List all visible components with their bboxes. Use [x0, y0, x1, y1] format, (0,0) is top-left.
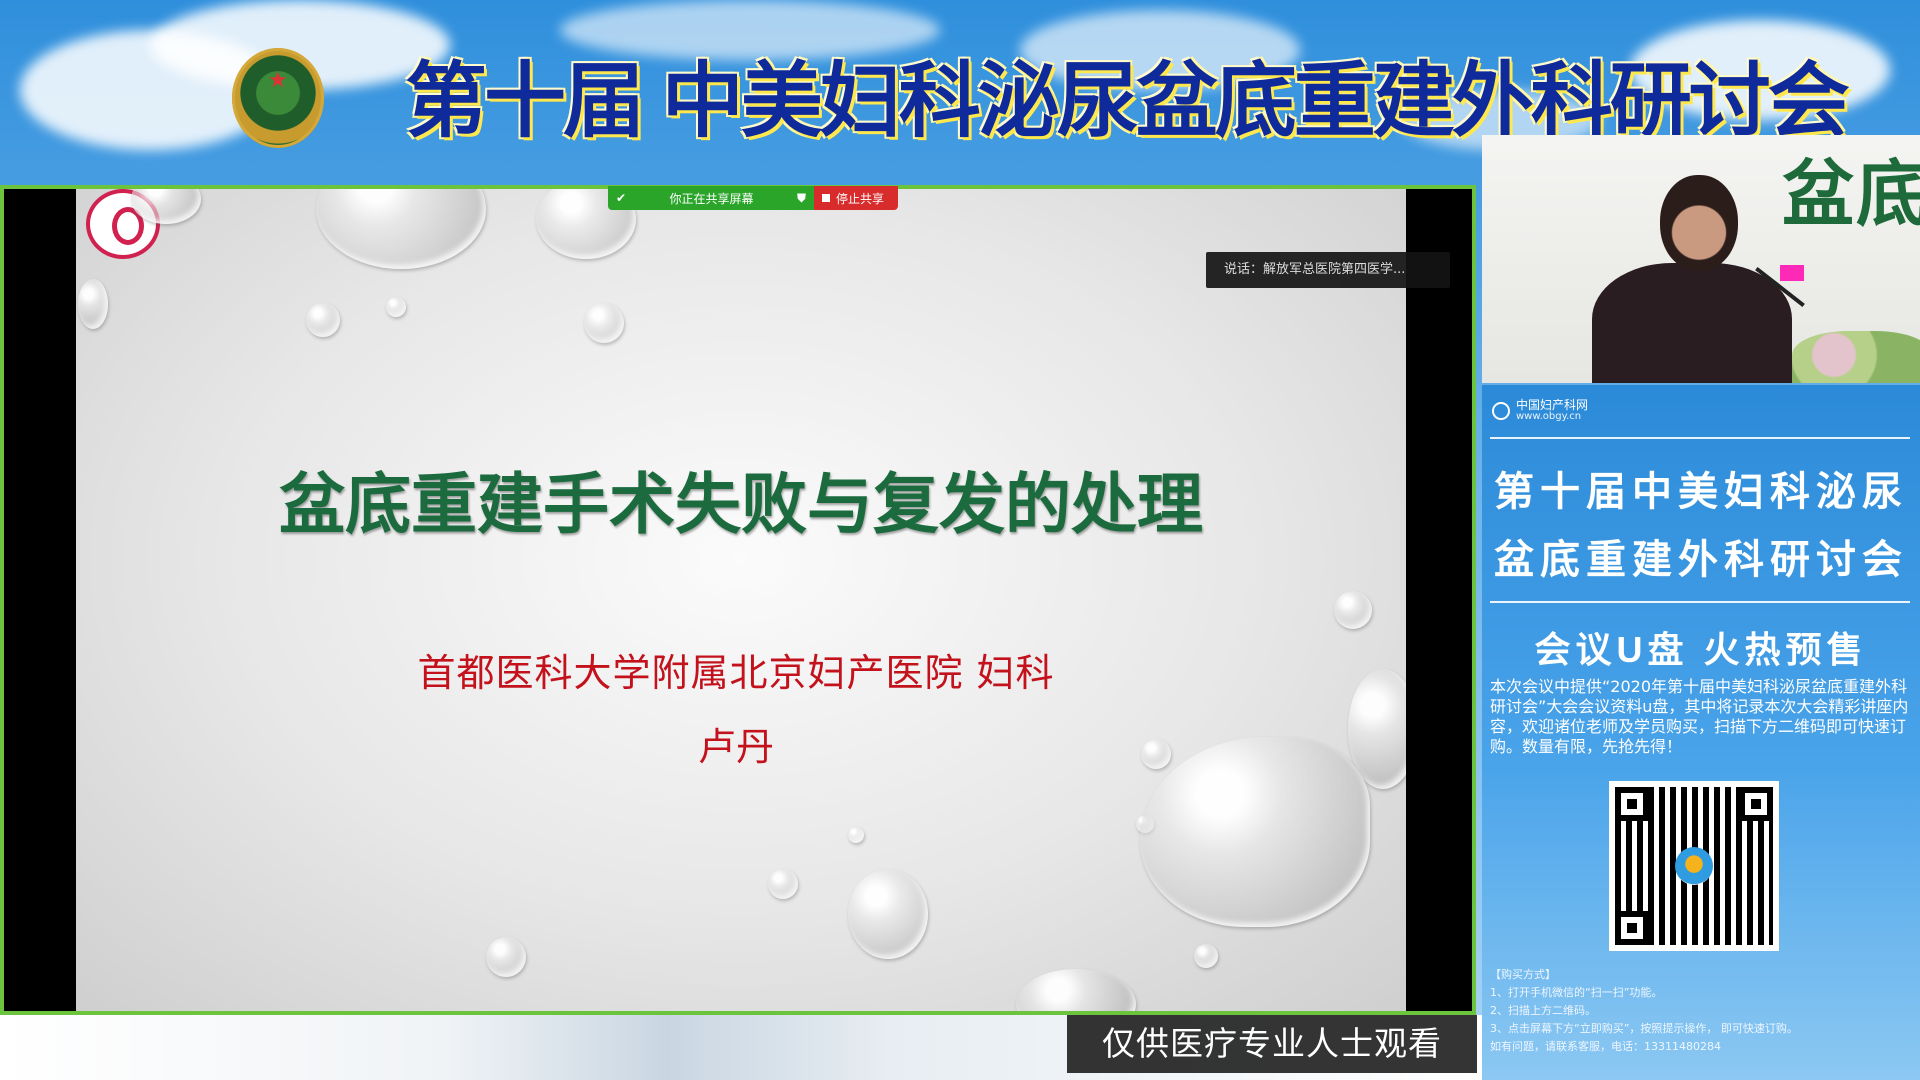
shield-icon: ⛊: [796, 190, 806, 205]
professional-only-notice: 仅供医疗专业人士观看: [1067, 1015, 1477, 1073]
stop-icon: [822, 194, 830, 202]
brand-icon: [1492, 401, 1510, 420]
sharing-status[interactable]: ✔ 你正在共享屏幕 ⛊: [608, 186, 814, 210]
water-drop: [768, 869, 798, 899]
shared-screen-frame: 盆底重建手术失败与复发的处理 首都医科大学附属北京妇产医院 妇科 卢丹: [0, 185, 1476, 1015]
conference-emblem-logo: ★: [232, 48, 324, 148]
water-drop: [486, 937, 526, 977]
water-drop: [848, 827, 864, 843]
qr-pattern: [1615, 787, 1773, 945]
stop-sharing-button[interactable]: 停止共享: [814, 186, 898, 210]
brand-url: www.obgy.cn: [1516, 411, 1582, 422]
slide-title: 盆底重建手术失败与复发的处理: [279, 467, 1203, 541]
purchase-step: 3、点击屏幕下方“立即购买”，按照提示操作， 即可快速订购。: [1490, 1022, 1798, 1035]
speaker-camera-view: 盆底: [1482, 135, 1920, 383]
purchase-contact: 如有问题，请联系客服，电话：13311480284: [1490, 1040, 1721, 1053]
stop-sharing-label: 停止共享: [836, 191, 885, 206]
speaker-head: [1660, 175, 1738, 271]
water-drop: [306, 303, 340, 337]
star-icon: ★: [268, 68, 288, 93]
active-speaker-indicator: 说话：解放军总医院第四医学...: [1206, 252, 1450, 288]
water-drop: [1016, 969, 1136, 1011]
podium-flowers: [1792, 331, 1920, 383]
screen-share-toolbar: ✔ 你正在共享屏幕 ⛊ 停止共享: [608, 186, 898, 210]
purchase-step: 2、扫描上方二维码。: [1490, 1004, 1596, 1017]
slide-presenter-name: 卢丹: [697, 725, 774, 769]
water-drop: [584, 303, 624, 343]
water-drop: [1334, 591, 1372, 629]
presentation-slide: 盆底重建手术失败与复发的处理 首都医科大学附属北京妇产医院 妇科 卢丹: [76, 189, 1406, 1011]
ad-promo-headline: 会议U盘 火热预售: [1534, 629, 1868, 670]
water-drop: [316, 189, 486, 269]
ad-title-line2: 盆底重建外科研讨会: [1494, 538, 1908, 582]
qr-finder: [1615, 911, 1649, 945]
water-drop: [78, 279, 108, 329]
cloud: [560, 0, 940, 60]
drag-handle-icon[interactable]: ✔: [616, 191, 626, 205]
ad-description: 本次会议中提供“2020年第十届中美妇科泌尿盆底重建外科研讨会”大会会议资料u盘…: [1490, 677, 1909, 756]
purchase-step: 1、打开手机微信的“扫一扫”功能。: [1490, 986, 1663, 999]
purchase-qr-code[interactable]: [1609, 781, 1779, 951]
water-drop: [848, 869, 928, 959]
purchase-heading: 【购买方式】: [1490, 968, 1556, 981]
speaker-body: [1592, 263, 1792, 383]
qr-center-logo: [1675, 847, 1713, 885]
stage-banner-text: 盆底: [1781, 155, 1920, 235]
divider: [1490, 601, 1910, 603]
purchase-instructions: 【购买方式】 1、打开手机微信的“扫一扫”功能。 2、扫描上方二维码。 3、点击…: [1490, 966, 1916, 1056]
qr-finder: [1739, 787, 1773, 821]
brand-logo: 中国妇产科网 www.obgy.cn: [1492, 399, 1588, 422]
water-drop: [1194, 944, 1218, 968]
water-drop: [386, 297, 406, 317]
slide-affiliation: 首都医科大学附属北京妇产医院 妇科: [417, 651, 1055, 695]
sharing-status-label: 你正在共享屏幕: [669, 191, 754, 206]
qr-finder: [1615, 787, 1649, 821]
ad-title-line1: 第十届中美妇科泌尿: [1494, 470, 1908, 514]
pink-marker: [1780, 265, 1804, 281]
brand-name: 中国妇产科网: [1516, 398, 1589, 412]
usb-drive-ad-panel: 中国妇产科网 www.obgy.cn 第十届中美妇科泌尿 盆底重建外科研讨会 会…: [1482, 385, 1920, 1080]
divider: [1490, 437, 1910, 439]
